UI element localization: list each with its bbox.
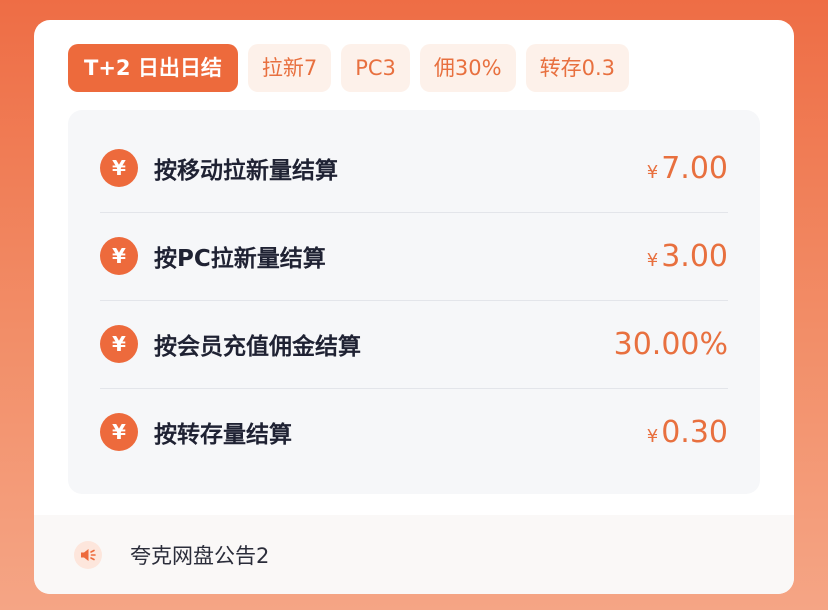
settlement-card: T+2 日出日结 拉新7 PC3 佣30% 转存0.3 ¥ 按移动拉新量结算 ¥…	[34, 20, 794, 594]
amount: 7.00	[661, 150, 728, 186]
settlement-value: 30.00%	[611, 327, 728, 362]
currency-symbol: ¥	[646, 161, 659, 183]
amount: 0.30	[661, 414, 728, 450]
yen-icon: ¥	[100, 149, 138, 187]
settlement-value: ¥ 7.00	[647, 151, 728, 186]
tag-commission[interactable]: 佣30%	[419, 44, 516, 92]
speaker-icon	[74, 540, 102, 569]
currency-symbol: ¥	[646, 249, 659, 271]
settlement-value: ¥ 0.30	[647, 415, 728, 450]
settlement-label: 按转存量结算	[154, 422, 292, 448]
settlement-label: 按移动拉新量结算	[154, 158, 338, 184]
yen-icon: ¥	[100, 237, 138, 275]
tag-new-users[interactable]: 拉新7	[247, 44, 332, 92]
tag-pc[interactable]: PC3	[341, 44, 410, 92]
tag-bar: T+2 日出日结 拉新7 PC3 佣30% 转存0.3	[68, 44, 629, 92]
amount: 30.00%	[613, 326, 728, 362]
settlement-value: ¥ 3.00	[647, 239, 728, 274]
announcement-bar[interactable]: 夸克网盘公告2	[34, 515, 794, 594]
currency-symbol: ¥	[646, 425, 659, 447]
settlement-panel: ¥ 按移动拉新量结算 ¥ 7.00 ¥ 按PC拉新量结算 ¥ 3.00 ¥ 按会…	[68, 110, 760, 494]
yen-icon: ¥	[100, 325, 138, 363]
tag-transfer[interactable]: 转存0.3	[525, 44, 629, 92]
announcement-text[interactable]: 夸克网盘公告2	[130, 540, 269, 570]
yen-icon: ¥	[100, 413, 138, 451]
settlement-label: 按会员充值佣金结算	[154, 334, 361, 360]
settlement-row-membership: ¥ 按会员充值佣金结算 30.00%	[100, 300, 728, 389]
amount: 3.00	[661, 238, 728, 274]
settlement-row-transfer: ¥ 按转存量结算 ¥ 0.30	[100, 388, 728, 476]
settlement-row-pc: ¥ 按PC拉新量结算 ¥ 3.00	[100, 212, 728, 301]
settlement-row-mobile: ¥ 按移动拉新量结算 ¥ 7.00	[100, 124, 728, 213]
tag-settlement-cycle[interactable]: T+2 日出日结	[68, 44, 238, 92]
settlement-label: 按PC拉新量结算	[154, 246, 326, 272]
